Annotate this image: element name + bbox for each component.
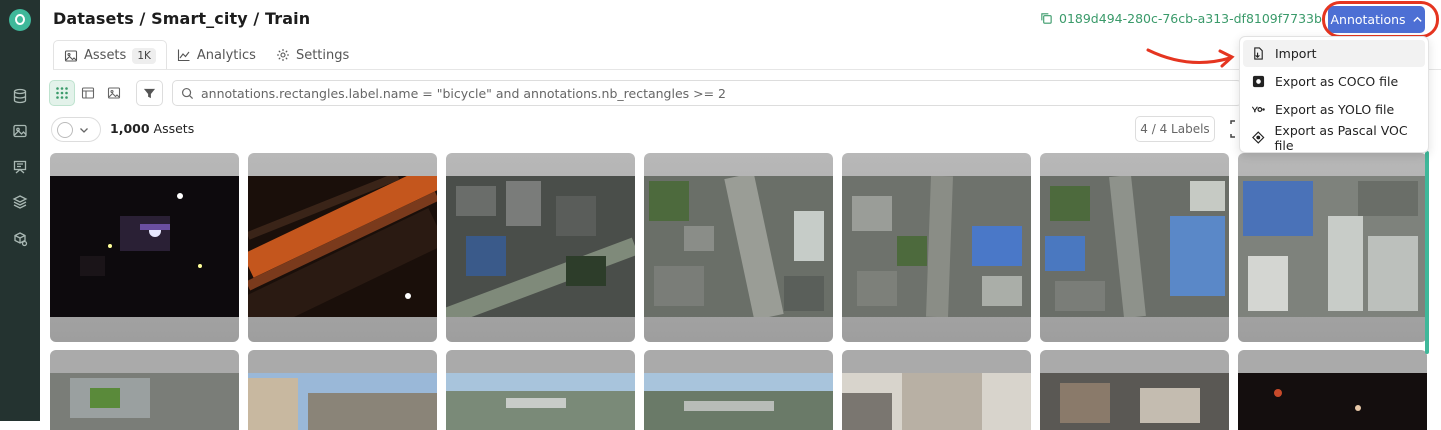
- asset-thumbnail[interactable]: [842, 350, 1031, 430]
- asset-thumbnail[interactable]: [644, 153, 833, 342]
- dataset-id[interactable]: 0189d494-280c-76cb-a313-df8109f7733b: [1040, 11, 1322, 26]
- asset-thumbnail[interactable]: [248, 153, 437, 342]
- menu-item-label: Export as YOLO file: [1275, 102, 1395, 117]
- grid-view-icon: [56, 87, 68, 99]
- tab-bar: Assets 1K Analytics Settings: [53, 40, 359, 70]
- menu-item-label: Import: [1275, 46, 1317, 61]
- asset-count-label: Assets: [153, 121, 195, 136]
- search-query-text: annotations.rectangles.label.name = "bic…: [201, 85, 727, 101]
- logo-icon[interactable]: [9, 9, 31, 31]
- deploy-icon[interactable]: [12, 231, 28, 247]
- asset-thumbnail[interactable]: [1238, 153, 1427, 342]
- asset-thumbnail[interactable]: [644, 350, 833, 430]
- layers-icon[interactable]: [12, 194, 28, 210]
- asset-thumbnail[interactable]: [842, 153, 1031, 342]
- asset-thumbnail[interactable]: [1040, 350, 1229, 430]
- tab-assets-label: Assets: [84, 48, 127, 63]
- select-all-checkbox[interactable]: [57, 121, 73, 138]
- menu-item-label: Export as Pascal VOC file: [1274, 122, 1408, 153]
- asset-thumbnail[interactable]: [446, 153, 635, 342]
- image-icon: [64, 49, 78, 62]
- search-input[interactable]: annotations.rectangles.label.name = "bic…: [172, 80, 1242, 106]
- image-icon[interactable]: [12, 123, 28, 139]
- asset-thumbnail[interactable]: [50, 350, 239, 430]
- filter-button[interactable]: [136, 80, 163, 106]
- asset-thumbnail[interactable]: [1238, 350, 1427, 430]
- annotations-dropdown-menu: Import Export as COCO file Export as YOL…: [1239, 36, 1429, 153]
- asset-thumbnail[interactable]: [1040, 153, 1229, 342]
- model-icon[interactable]: [12, 159, 28, 175]
- import-file-icon: [1254, 47, 1263, 60]
- tab-assets[interactable]: Assets 1K: [53, 40, 167, 70]
- chart-line-icon: [177, 49, 190, 62]
- breadcrumb: Datasets / Smart_city / Train: [53, 9, 311, 28]
- asset-thumbnail[interactable]: [248, 350, 437, 430]
- tab-settings-label: Settings: [295, 47, 350, 63]
- gear-icon: [276, 49, 289, 61]
- grid-view-button[interactable]: [49, 80, 75, 106]
- coco-icon: [1252, 75, 1265, 88]
- tab-assets-count: 1K: [132, 47, 156, 64]
- asset-count: 1,000 Assets: [110, 121, 194, 136]
- filter-icon: [143, 88, 156, 98]
- main-area: Datasets / Smart_city / Train 0189d494-2…: [40, 0, 1441, 430]
- tab-analytics-label: Analytics: [196, 47, 256, 63]
- search-icon: [181, 87, 194, 99]
- scrollbar[interactable]: [1425, 151, 1429, 354]
- annotation-arrow: [1146, 48, 1235, 68]
- tab-settings[interactable]: Settings: [266, 40, 359, 70]
- single-image-view-button[interactable]: [101, 80, 127, 106]
- menu-item-export-coco[interactable]: Export as COCO file: [1243, 68, 1425, 95]
- tab-analytics[interactable]: Analytics: [167, 40, 266, 70]
- menu-item-export-yolo[interactable]: Export as YOLO file: [1243, 96, 1425, 123]
- dataset-id-text: 0189d494-280c-76cb-a313-df8109f7733b: [1059, 11, 1322, 26]
- menu-item-export-pascal-voc[interactable]: Export as Pascal VOC file: [1243, 122, 1425, 153]
- asset-thumbnail[interactable]: [446, 350, 635, 430]
- sidebar: [0, 0, 40, 421]
- asset-count-value: 1,000: [110, 121, 150, 136]
- select-all-dropdown[interactable]: [51, 117, 101, 142]
- table-view-button[interactable]: [75, 80, 101, 106]
- copy-icon[interactable]: [1040, 12, 1053, 25]
- chevron-down-icon: [80, 127, 88, 133]
- labels-badge[interactable]: 4 / 4 Labels: [1135, 116, 1215, 142]
- view-mode-group: [49, 80, 127, 106]
- menu-item-label: Export as COCO file: [1275, 74, 1399, 89]
- asset-thumbnail[interactable]: [50, 153, 239, 342]
- table-view-icon: [81, 87, 95, 99]
- pascal-voc-icon: [1252, 131, 1265, 144]
- highlight-circle: [1322, 1, 1439, 38]
- database-icon[interactable]: [12, 88, 28, 104]
- menu-item-import[interactable]: Import: [1243, 40, 1425, 67]
- single-image-icon: [107, 87, 121, 99]
- yolo-icon: [1252, 106, 1265, 113]
